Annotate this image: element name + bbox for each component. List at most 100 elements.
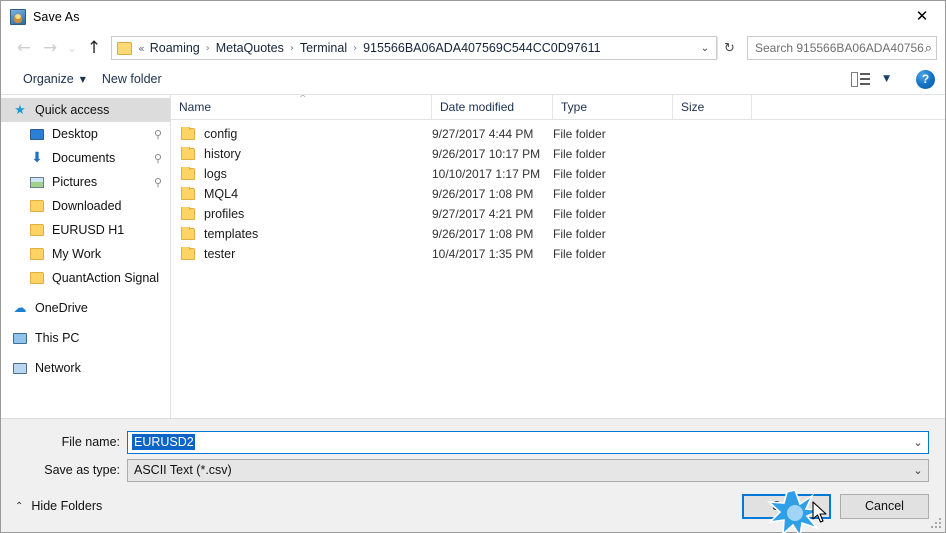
save-as-type-select[interactable]: ASCII Text (*.csv) ⌄ [127,458,929,482]
sidebar-item-network[interactable]: Network [1,356,170,380]
pin-icon: ⚲ [153,127,162,141]
file-date-cell: 9/27/2017 4:21 PM [432,207,534,221]
chevron-down-icon[interactable]: ▼ [883,74,890,84]
column-header-size[interactable]: Size [673,95,752,119]
hide-folders-button[interactable]: ⌃ Hide Folders [15,499,102,513]
file-name-label: config [204,127,238,141]
table-row[interactable]: profiles 9/27/2017 4:21 PM File folder [171,204,945,224]
desktop-icon [28,128,46,140]
chevron-down-icon[interactable]: ⌄ [908,436,928,449]
sort-ascending-icon: ^ [299,95,307,104]
list-view-icon [851,71,871,87]
recent-locations-button[interactable]: ⌄ [63,42,81,55]
table-row[interactable]: templates 9/26/2017 1:08 PM File folder [171,224,945,244]
close-icon[interactable]: ✕ [899,1,945,31]
file-name-input[interactable]: EURUSD2 ⌄ [127,430,929,454]
breadcrumb-item-metaquotes[interactable]: MetaQuotes [214,41,286,55]
address-bar[interactable]: « Roaming › MetaQuotes › Terminal › 9155… [111,36,717,60]
chevron-down-icon[interactable]: ⌄ [908,464,928,477]
column-header-row: Name ^ Date modified Type Size [171,95,945,120]
file-date-cell: 9/26/2017 10:17 PM [432,147,541,161]
title-bar: Save As ✕ [1,1,945,32]
forward-button[interactable]: → [37,35,63,61]
folder-icon [181,167,195,180]
folder-icon [181,247,195,260]
sidebar-item-label: Desktop [52,127,98,141]
search-box[interactable]: Search 915566BA06ADA40756... ⌕ [747,36,937,60]
chevron-right-icon[interactable]: › [349,43,361,54]
file-date-cell: 10/10/2017 1:17 PM [432,167,541,181]
sidebar-item-quick-access[interactable]: ★ Quick access [1,98,170,122]
breadcrumb-item-roaming[interactable]: Roaming [148,41,202,55]
chevron-down-icon[interactable]: ⌄ [696,43,714,54]
file-name-cell: MQL4 [171,187,432,201]
sidebar-item-eurusd-h1[interactable]: EURUSD H1 [1,218,170,242]
sidebar-item-this-pc[interactable]: This PC [1,326,170,350]
view-mode-button[interactable]: ▼ [843,69,898,90]
star-icon: ★ [14,102,26,118]
up-button[interactable]: ↑ [81,35,107,61]
file-type-cell: File folder [553,247,606,261]
table-row[interactable]: MQL4 9/26/2017 1:08 PM File folder [171,184,945,204]
resize-grip[interactable] [931,518,942,529]
sidebar-item-label: EURUSD H1 [52,223,125,237]
table-row[interactable]: tester 10/4/2017 1:35 PM File folder [171,244,945,264]
file-type-cell: File folder [553,227,606,241]
organize-button[interactable]: Organize ▼ [15,69,94,89]
table-row[interactable]: config 9/27/2017 4:44 PM File folder [171,124,945,144]
chevron-down-icon: ▼ [79,74,86,84]
search-input[interactable]: Search 915566BA06ADA40756... [755,41,925,55]
file-name-label: history [204,147,241,161]
breadcrumb-item-instance[interactable]: 915566BA06ADA407569C544CC0D97611 [361,41,602,55]
app-icon [10,8,26,25]
file-type-cell: File folder [553,147,606,161]
navigation-sidebar: ★ Quick access Desktop ⚲ ⬇ Documents ⚲ P… [1,95,171,418]
sidebar-item-pictures[interactable]: Pictures ⚲ [1,170,170,194]
sidebar-item-my-work[interactable]: My Work [1,242,170,266]
breadcrumb-overflow[interactable]: « [137,42,148,55]
sidebar-item-label: Downloaded [52,199,122,213]
save-button[interactable]: Save [742,493,831,519]
window-title: Save As [33,9,80,24]
new-folder-label: New folder [101,72,162,86]
back-button[interactable]: ← [11,35,37,61]
chevron-right-icon[interactable]: › [202,43,214,54]
sidebar-item-documents[interactable]: ⬇ Documents ⚲ [1,146,170,170]
file-name-label: profiles [204,207,245,221]
save-as-type-value: ASCII Text (*.csv) [134,463,232,477]
sidebar-item-desktop[interactable]: Desktop ⚲ [1,122,170,146]
file-name-label: tester [204,247,236,261]
folder-icon [181,127,195,140]
column-header-type[interactable]: Type [553,95,673,119]
file-date-cell: 9/26/2017 1:08 PM [432,187,534,201]
save-form: File name: EURUSD2 ⌄ Save as type: ASCII… [1,418,945,486]
file-name-cell: profiles [171,207,432,221]
new-folder-button[interactable]: New folder [94,69,170,89]
table-row[interactable]: logs 10/10/2017 1:17 PM File folder [171,164,945,184]
file-date-cell: 9/27/2017 4:44 PM [432,127,534,141]
column-header-label: Date modified [440,100,515,114]
file-list-pane: Name ^ Date modified Type Size config 9/… [171,95,945,418]
chevron-up-icon: ⌃ [15,500,24,512]
chevron-right-icon[interactable]: › [286,43,298,54]
table-row[interactable]: history 9/26/2017 10:17 PM File folder [171,144,945,164]
file-type-cell: File folder [553,207,606,221]
save-as-type-label: Save as type: [44,463,120,477]
column-header-label: Name [179,100,212,114]
sidebar-item-quantaction-signal[interactable]: QuantAction Signal [1,266,170,290]
column-header-date-modified[interactable]: Date modified [432,95,553,119]
refresh-icon[interactable]: ↻ [717,37,741,59]
organize-label: Organize [23,72,74,86]
file-date-cell: 10/4/2017 1:35 PM [432,247,534,261]
file-name-label: templates [204,227,259,241]
help-icon[interactable]: ? [916,69,935,89]
download-arrow-icon: ⬇ [31,150,43,166]
breadcrumb-item-terminal[interactable]: Terminal [298,41,349,55]
sidebar-item-downloaded[interactable]: Downloaded [1,194,170,218]
column-header-name[interactable]: Name ^ [171,95,432,119]
file-name-cell: logs [171,167,432,181]
sidebar-item-label: Documents [52,151,116,165]
cancel-button[interactable]: Cancel [840,493,929,519]
navigation-bar: ← → ⌄ ↑ « Roaming › MetaQuotes › Termina… [1,32,945,64]
sidebar-item-onedrive[interactable]: ☁ OneDrive [1,296,170,320]
